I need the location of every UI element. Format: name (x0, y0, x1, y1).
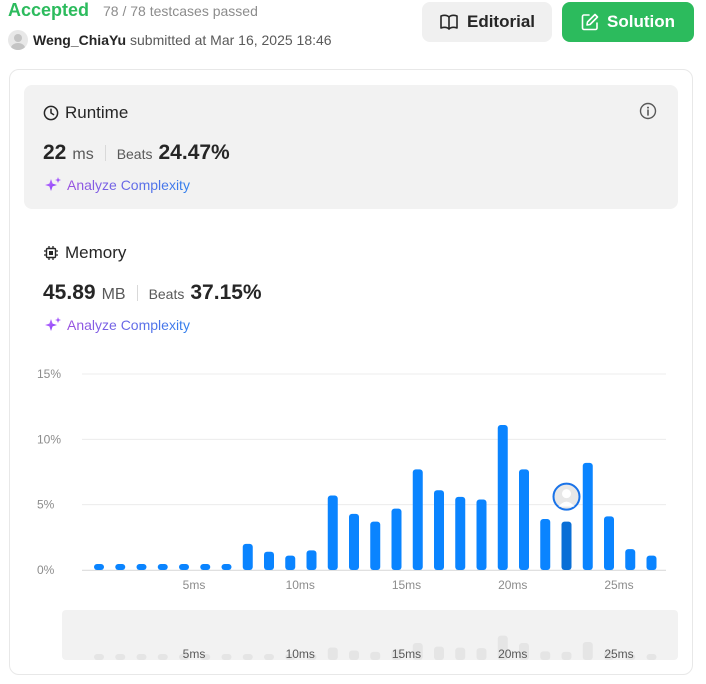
chart-bar (157, 564, 168, 570)
submitted-time: submitted at Mar 16, 2025 18:46 (130, 32, 332, 48)
sparkle-icon (45, 317, 61, 331)
submission-header: Accepted 78 / 78 testcases passed Weng_C… (0, 0, 706, 60)
user-marker-avatar[interactable] (552, 482, 581, 511)
editorial-button[interactable]: Editorial (422, 2, 552, 42)
memory-value: 45.89 (43, 281, 96, 304)
chart-bar (306, 550, 317, 570)
minimap-bar (349, 650, 359, 660)
sparkle-icon (45, 177, 61, 191)
chart-svg: 0% 5% 10% 15% 5ms 10ms 15ms 20ms 25ms 5ms 10ms 15ms… (37, 367, 678, 661)
minimap-tick-label: 5ms (183, 647, 206, 661)
solution-button[interactable]: Solution (562, 2, 694, 42)
chart-bar (242, 543, 253, 570)
minimap-tick-label: 15ms (392, 647, 421, 661)
memory-title: Memory (65, 243, 127, 262)
chart-bar (370, 521, 381, 570)
runtime-unit: ms (72, 146, 94, 163)
minimap-bar (646, 654, 657, 660)
chip-icon (44, 246, 58, 260)
user-icon (11, 34, 25, 50)
chart-bar (94, 564, 104, 570)
runtime-title-row: Runtime (43, 103, 128, 123)
chart-bar (179, 564, 189, 570)
minimap-bar (327, 647, 338, 660)
clock-icon (43, 105, 59, 121)
y-tick-label: 5% (37, 498, 55, 512)
chart-bar (221, 564, 232, 570)
book-open-icon (440, 14, 458, 30)
minimap-bar (94, 654, 104, 660)
chart-bar-selected (561, 521, 572, 570)
chart-bar (115, 564, 126, 570)
chart-bar (646, 555, 657, 570)
runtime-analyze-complexity[interactable]: Analyze Complexity (43, 176, 190, 194)
avatar[interactable] (8, 30, 28, 50)
chart-bar (412, 469, 423, 570)
divider (136, 285, 138, 301)
runtime-beats-label: Beats (116, 146, 153, 162)
info-icon[interactable] (639, 102, 657, 120)
y-tick-label: 15% (37, 367, 61, 381)
memory-analyze-label: Analyze Complexity (67, 317, 190, 333)
memory-beats-value: 37.15% (190, 281, 262, 304)
x-tick-label: 5ms (183, 578, 206, 592)
minimap-bar (561, 651, 572, 660)
solution-label: Solution (607, 12, 675, 31)
memory-unit: MB (101, 286, 126, 303)
chart-bar (519, 469, 529, 570)
chart-bar (327, 495, 338, 570)
minimap-bar (582, 641, 593, 660)
minimap-bar (157, 654, 168, 660)
runtime-value: 22 (43, 141, 67, 164)
minimap-bar (221, 654, 232, 660)
minimap-tick-label: 20ms (498, 647, 527, 661)
minimap-bar (115, 654, 126, 660)
minimap-bar (540, 651, 551, 660)
chart-bar (349, 513, 359, 570)
username-link[interactable]: Weng_ChiaYu (33, 32, 126, 48)
chart-bar (455, 496, 466, 570)
minimap-bar (476, 648, 487, 660)
x-tick-label: 10ms (286, 578, 315, 592)
memory-analyze-complexity[interactable]: Analyze Complexity (43, 316, 190, 334)
chart-bar (391, 508, 402, 570)
chart-bar (625, 549, 636, 570)
runtime-analyze-label: Analyze Complexity (67, 177, 190, 193)
y-tick-label: 0% (37, 563, 55, 577)
memory-title-row: Memory (43, 243, 126, 263)
minimap-bar (434, 646, 444, 660)
memory-beats-label: Beats (148, 286, 185, 302)
memory-distribution-chart: 0% 5% 10% 15% 5ms 10ms 15ms 20ms 25ms 5ms 10ms 15ms… (0, 360, 706, 684)
runtime-metric: 22 ms Beats 24.47% (43, 141, 230, 165)
runtime-beats-value: 24.47% (158, 141, 230, 164)
y-tick-label: 10% (37, 432, 61, 446)
minimap-bar (264, 654, 274, 660)
testcases-passed: 78 / 78 testcases passed (103, 3, 258, 19)
minimap-tick-label: 25ms (604, 647, 633, 661)
chart-bar (540, 519, 551, 570)
status-accepted: Accepted (8, 0, 90, 20)
chart-bar (200, 564, 211, 570)
chart-bar (497, 424, 508, 570)
minimap-bar (136, 654, 147, 660)
chart-bar (136, 564, 147, 570)
minimap-bar (242, 654, 253, 660)
x-tick-label: 20ms (498, 578, 527, 592)
minimap-bar (370, 651, 381, 660)
chart-bar (582, 462, 593, 570)
runtime-title: Runtime (65, 103, 129, 122)
x-tick-label: 15ms (392, 578, 421, 592)
chart-bar (264, 551, 274, 570)
chart-bar (434, 490, 444, 570)
minimap-tick-label: 10ms (286, 647, 315, 661)
x-tick-label: 25ms (604, 578, 633, 592)
edit-icon (581, 13, 599, 31)
minimap-bar (455, 647, 466, 660)
memory-metric: 45.89 MB Beats 37.15% (43, 281, 262, 305)
chart-bar (285, 555, 296, 570)
chart-bar (604, 516, 614, 570)
chart-bar (476, 499, 487, 570)
divider (104, 145, 106, 161)
editorial-label: Editorial (466, 12, 535, 31)
